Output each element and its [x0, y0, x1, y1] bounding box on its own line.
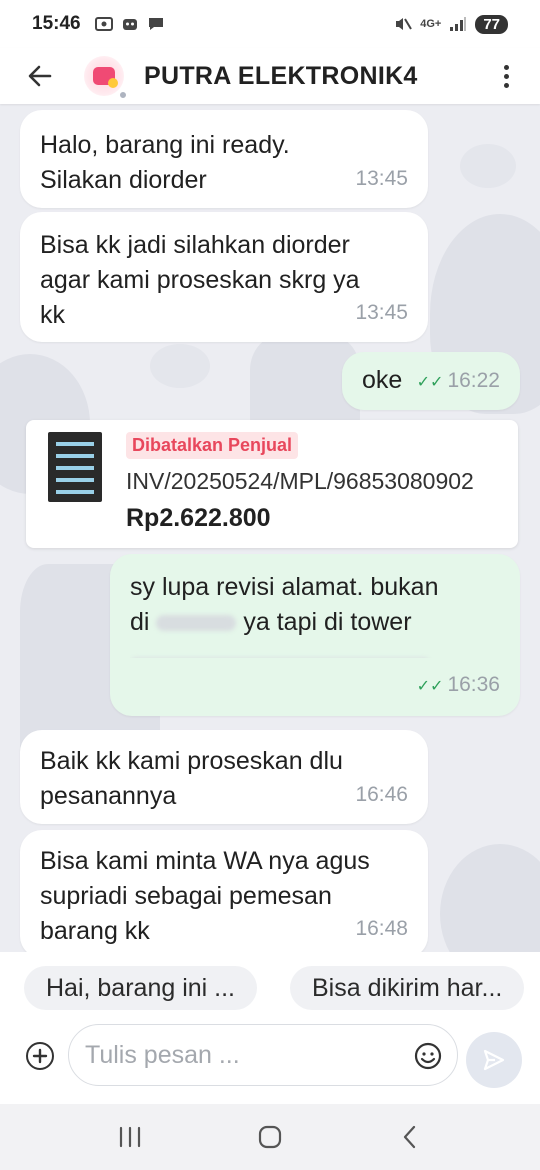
invoice-number: INV/20250524/MPL/96853080902: [126, 468, 474, 494]
message-time: 16:48: [355, 917, 408, 940]
home-icon: [258, 1125, 282, 1149]
quick-reply-chip[interactable]: Hai, barang ini ...: [24, 966, 257, 1010]
recent-apps-icon: [119, 1126, 141, 1148]
message-time: 16:36: [447, 673, 500, 696]
product-thumbnail[interactable]: [48, 432, 102, 502]
message-bubble-incoming[interactable]: Bisa kk jadi silahkan diorder agar kami …: [20, 212, 428, 342]
back-button[interactable]: [20, 56, 60, 96]
read-double-check-icon: ✓✓: [416, 678, 444, 695]
system-icons: 4G+ 77: [394, 14, 508, 34]
status-time: 15:46: [32, 13, 81, 34]
product-price: Rp2.622.800: [126, 504, 271, 532]
message-time: 13:45: [355, 167, 408, 190]
notification-icons: [94, 16, 165, 32]
message-text: Baik kk kami proseskan dlu pesanannya: [40, 747, 343, 810]
message-bubble-incoming[interactable]: Bisa kami minta WA nya agus supriadi seb…: [20, 830, 428, 952]
network-type: 4G+: [420, 18, 442, 30]
online-status-dot: [118, 90, 128, 100]
message-time-wrapper: ✓✓ 16:22: [417, 363, 500, 400]
chat-area[interactable]: Halo, barang ini ready. Silakan diorder …: [0, 104, 540, 952]
system-navigation-bar: [0, 1104, 540, 1170]
message-bubble-outgoing[interactable]: oke ✓✓ 16:22: [342, 352, 520, 410]
message-input[interactable]: [85, 1037, 405, 1073]
message-bubble-outgoing[interactable]: sy lupa revisi alamat. bukan di ya tapi …: [110, 554, 520, 716]
mute-icon: [396, 18, 413, 30]
home-button[interactable]: [240, 1117, 300, 1157]
message-time: 16:22: [447, 369, 500, 392]
plus-icon: [32, 1048, 48, 1064]
nav-back-button[interactable]: [380, 1117, 440, 1157]
message-time-wrapper: ✓✓ 16:36: [417, 667, 500, 704]
message-bubble-incoming[interactable]: Baik kk kami proseskan dlu pesanannya 16…: [20, 730, 428, 824]
product-card[interactable]: Dibatalkan Penjual INV/20250524/MPL/9685…: [26, 420, 518, 548]
more-vertical-icon: [503, 64, 509, 70]
message-text-line: sy lupa revisi alamat. bukan: [130, 573, 439, 601]
message-time: 16:46: [355, 783, 408, 806]
message-field[interactable]: [68, 1024, 458, 1086]
attach-plus-button[interactable]: [26, 1042, 54, 1070]
sticker-smiley-icon[interactable]: [413, 1041, 443, 1071]
background-mascot-decoration: [150, 344, 210, 388]
robot-icon: [122, 19, 137, 30]
status-bar: 15:46 4G+ 77: [0, 0, 540, 48]
message-text: Halo, barang ini ready. Silakan diorder: [40, 131, 290, 194]
recent-apps-button[interactable]: [100, 1117, 160, 1157]
message-input-bar: [0, 1024, 540, 1104]
chat-header: PUTRA ELEKTRONIK4: [0, 48, 540, 104]
background-mascot-decoration: [460, 144, 516, 188]
signal-icon: [450, 17, 467, 31]
chat-bubble-icon: [148, 18, 163, 30]
read-double-check-icon: ✓✓: [416, 374, 444, 391]
message-text: Bisa kami minta WA nya agus supriadi seb…: [40, 847, 370, 945]
message-text: Bisa kk jadi silahkan diorder agar kami …: [40, 231, 360, 329]
chevron-left-icon: [403, 1125, 416, 1149]
quick-reply-chip[interactable]: Bisa dikirim har...: [290, 966, 525, 1010]
redacted-text: [156, 615, 237, 632]
redacted-line: [130, 640, 500, 658]
message-text-line: di ya tapi di tower: [130, 608, 412, 636]
screenshot-icon: [94, 17, 113, 31]
battery-icon: 77: [475, 14, 508, 34]
shop-avatar[interactable]: [84, 56, 128, 100]
arrow-left-icon: [28, 65, 52, 87]
send-button[interactable]: [466, 1032, 522, 1088]
background-mascot-decoration: [440, 844, 540, 952]
more-options-button[interactable]: [496, 60, 516, 92]
message-time: 13:45: [355, 301, 408, 324]
quick-reply-bar: Hai, barang ini ... Bisa dikirim har...: [0, 952, 540, 1024]
shop-bag-icon: [93, 67, 118, 88]
status-badge: Dibatalkan Penjual: [126, 432, 299, 459]
shop-name[interactable]: PUTRA ELEKTRONIK4: [144, 62, 418, 91]
send-icon: [483, 1049, 505, 1071]
message-bubble-incoming[interactable]: Halo, barang ini ready. Silakan diorder …: [20, 110, 428, 208]
